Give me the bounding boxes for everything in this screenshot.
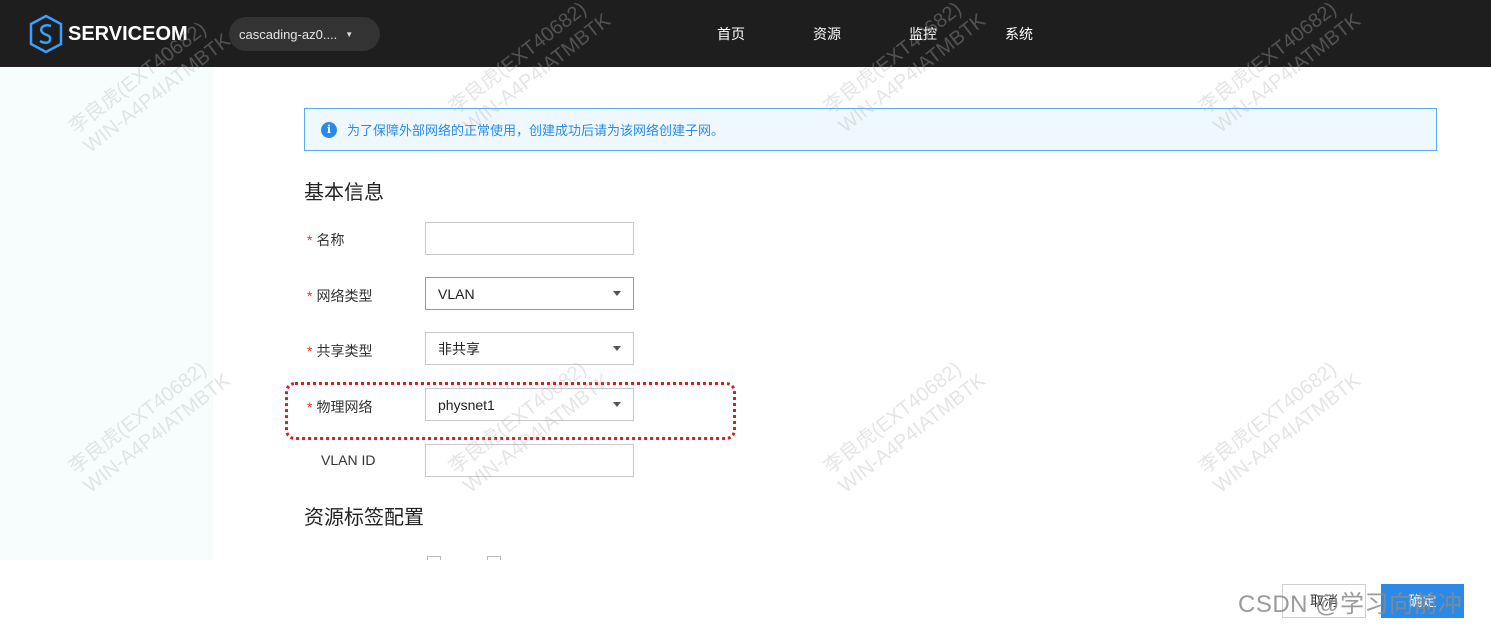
info-icon: i [321,121,337,138]
required-marker: * [307,232,313,248]
name-input[interactable] [425,222,634,255]
left-panel [0,67,213,560]
vlan-id-label: VLAN ID [321,452,375,468]
network-type-select[interactable]: VLAN [425,277,634,310]
region-selector[interactable]: cascading-az0.... ▼ [229,17,380,51]
required-marker: * [307,343,313,359]
vlan-id-label-text: VLAN ID [321,452,376,468]
csdn-watermark: CSDN @学习向前冲 [1238,591,1463,618]
annotation-highlight [285,382,736,440]
caret-down-icon [613,291,621,296]
watermark-line: WIN-A4P4IATMBTK [1209,369,1365,498]
serviceom-logo-icon [29,14,63,54]
logo-text: SERVICEOM [68,22,188,45]
required-marker: * [307,288,313,304]
caret-down-icon: ▼ [345,29,354,39]
share-type-value: 非共享 [438,340,480,357]
nav-resources[interactable]: 资源 [813,24,841,44]
nav-home[interactable]: 首页 [717,24,745,44]
name-label: * 名称 [307,230,344,250]
network-type-label-text: 网络类型 [316,288,373,304]
info-banner-text: 为了保障外部网络的正常使用，创建成功后请为该网络创建子网。 [347,123,725,138]
nav-monitor[interactable]: 监控 [909,24,937,44]
section-title-resource-tags: 资源标签配置 [304,507,424,529]
region-selector-value: cascading-az0.... [239,26,338,42]
caret-down-icon [613,346,621,351]
nav-system[interactable]: 系统 [1005,24,1033,44]
watermark-line: 李良虎(EXT40682) [1194,357,1341,479]
user-watermark: 李良虎(EXT40682) WIN-A4P4IATMBTK [819,350,990,498]
share-type-label-text: 共享类型 [316,343,373,359]
share-type-select[interactable]: 非共享 [425,332,634,365]
name-label-text: 名称 [316,232,345,248]
watermark-line: 李良虎(EXT40682) [819,357,966,479]
serviceom-logo[interactable]: SERVICEOM [28,14,188,54]
info-banner: i 为了保障外部网络的正常使用，创建成功后请为该网络创建子网。 [304,108,1437,151]
share-type-label: * 共享类型 [307,341,372,361]
watermark-line: WIN-A4P4IATMBTK [834,369,990,498]
section-title-basic-info: 基本信息 [304,182,384,204]
vlan-id-input[interactable] [425,444,634,477]
network-type-label: * 网络类型 [307,286,372,306]
top-nav-bar: SERVICEOM cascading-az0.... ▼ 首页 资源 监控 系… [0,0,1491,67]
network-type-value: VLAN [438,285,475,302]
user-watermark: 李良虎(EXT40682) WIN-A4P4IATMBTK [1194,350,1365,498]
